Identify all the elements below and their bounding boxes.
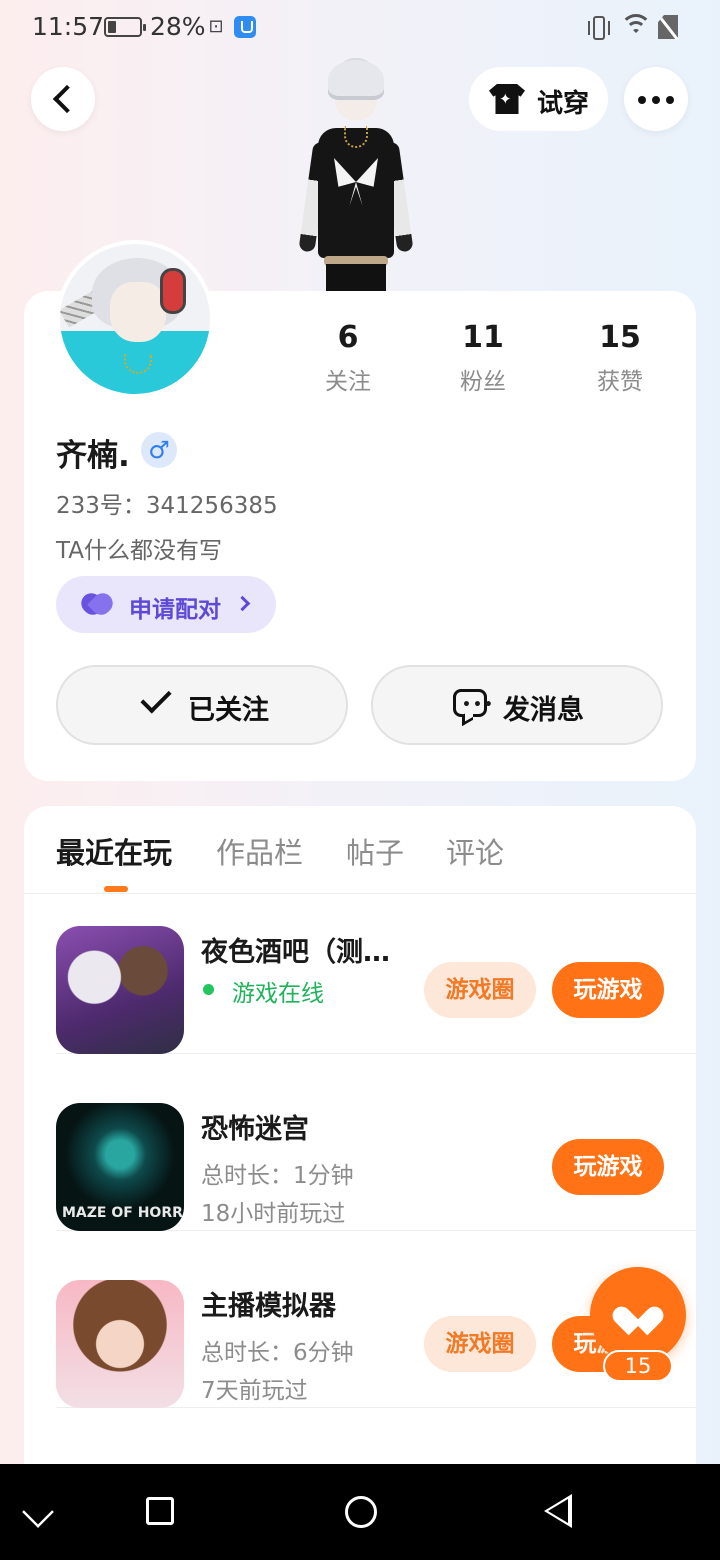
try-on-label: 试穿: [537, 89, 590, 119]
game-icon-text: MAZE OF HORROR: [62, 1205, 184, 1221]
game-icon[interactable]: [56, 926, 184, 1054]
vibrate-icon: [588, 16, 610, 40]
stat-following[interactable]: 6 关注: [293, 318, 403, 396]
game-last-played: 18小时前玩过: [201, 1201, 346, 1227]
heart-icon: [608, 1301, 668, 1336]
play-game-button[interactable]: 玩游戏: [552, 1139, 664, 1195]
game-row[interactable]: 夜色酒吧（测… 游戏在线 游戏圈 玩游戏: [56, 878, 696, 1054]
online-status-dot: [203, 984, 214, 995]
request-pair-label: 申请配对: [129, 597, 221, 623]
like-button[interactable]: [590, 1267, 686, 1363]
play-game-button[interactable]: 玩游戏: [552, 962, 664, 1018]
request-pair-button[interactable]: 申请配对: [56, 576, 276, 633]
user-id: 233号：341256385: [56, 493, 278, 519]
back-button[interactable]: [31, 67, 95, 131]
status-time: 11:57: [32, 12, 105, 41]
male-gender-icon: ♂: [141, 432, 177, 468]
game-circle-button[interactable]: 游戏圈: [424, 962, 536, 1018]
stat-fans-label: 粉丝: [460, 369, 506, 395]
game-circle-button[interactable]: 游戏圈: [424, 1316, 536, 1372]
game-row[interactable]: MAZE OF HORROR 恐怖迷宫 总时长：1分钟 18小时前玩过 玩游戏: [56, 1055, 696, 1231]
status-bar: 11:57 28% ⊡: [0, 0, 720, 56]
tab-recently-played[interactable]: 最近在玩: [56, 830, 172, 872]
stat-likes[interactable]: 15 获赞: [565, 318, 675, 396]
game-icon[interactable]: [56, 1280, 184, 1408]
stat-fans-count: 11: [462, 320, 504, 355]
back-icon[interactable]: [544, 1494, 572, 1528]
game-icon[interactable]: MAZE OF HORROR: [56, 1103, 184, 1231]
followed-button[interactable]: 已关注: [56, 665, 348, 745]
stat-following-count: 6: [337, 320, 359, 355]
like-count-badge: 15: [603, 1350, 673, 1382]
recent-apps-icon[interactable]: [146, 1497, 174, 1525]
no-sim-icon: [658, 15, 678, 39]
send-message-label: 发消息: [503, 695, 584, 726]
wifi-icon: [620, 14, 652, 40]
game-title: 夜色酒吧（测…: [201, 937, 390, 968]
game-last-played: 7天前玩过: [201, 1378, 308, 1404]
stat-fans[interactable]: 11 粉丝: [428, 318, 538, 396]
shirt-icon: [489, 84, 525, 114]
followed-label: 已关注: [188, 695, 269, 726]
stat-following-label: 关注: [325, 369, 371, 395]
game-title: 主播模拟器: [201, 1291, 336, 1322]
game-duration: 总时长：1分钟: [201, 1163, 354, 1189]
navigation-bar: [0, 1464, 720, 1560]
battery-percentage: 28%: [150, 12, 206, 41]
user-bio: TA什么都没有写: [56, 538, 222, 564]
try-on-button[interactable]: 试穿: [469, 67, 608, 131]
screenshot-icon: ⊡: [208, 16, 224, 37]
tab-posts[interactable]: 帖子: [346, 830, 404, 872]
tab-works[interactable]: 作品栏: [216, 830, 303, 872]
game-title: 恐怖迷宫: [201, 1114, 309, 1145]
avatar[interactable]: [56, 240, 214, 398]
chevron-right-icon: [234, 595, 251, 612]
online-status-text: 游戏在线: [232, 981, 324, 1007]
avatar-figure[interactable]: [298, 58, 414, 292]
battery-icon: [104, 17, 146, 37]
tab-comments[interactable]: 评论: [446, 830, 504, 872]
stat-likes-count: 15: [599, 320, 641, 355]
more-options-button[interactable]: [624, 67, 688, 131]
username: 齐楠.: [56, 438, 130, 474]
check-icon: [140, 682, 172, 714]
double-heart-icon: [77, 589, 117, 619]
hide-keyboard-icon[interactable]: [22, 1496, 54, 1528]
app-notification-icon: [234, 16, 256, 38]
game-duration: 总时长：6分钟: [201, 1340, 354, 1366]
chat-bubble-icon: •••: [453, 689, 493, 717]
stat-likes-label: 获赞: [597, 369, 643, 395]
home-icon[interactable]: [345, 1496, 377, 1528]
send-message-button[interactable]: ••• 发消息: [371, 665, 663, 745]
